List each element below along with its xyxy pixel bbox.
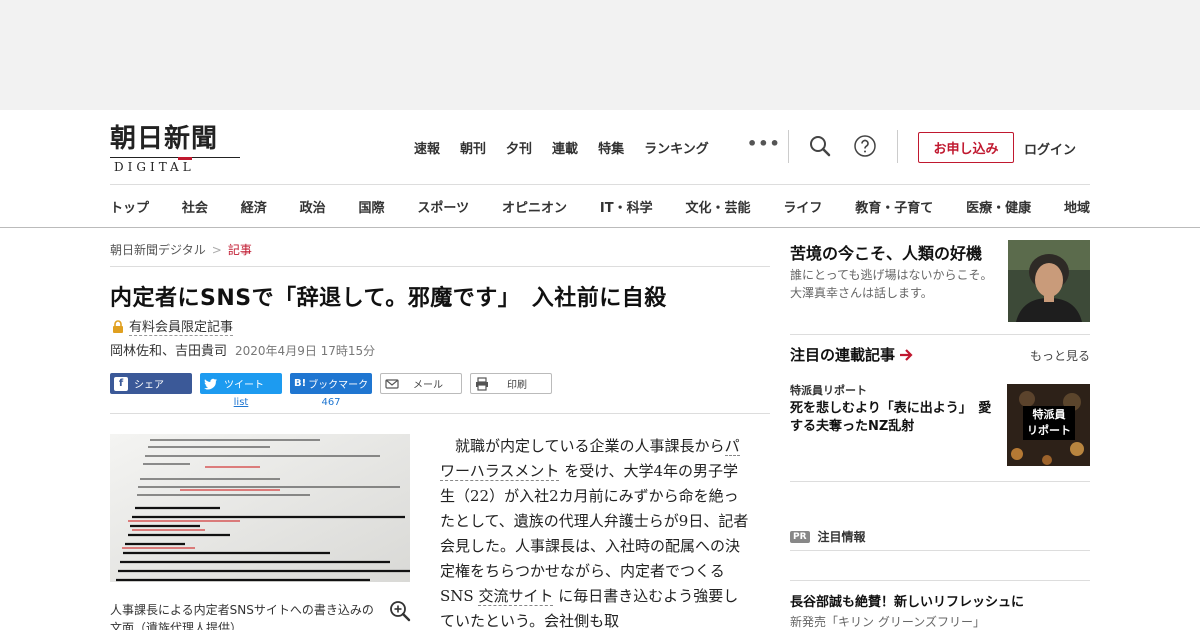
header-divider: [788, 130, 789, 163]
article-paragraph: 就職が内定している企業の人事課長からパワーハラスメント を受け、大学4年の男子学…: [440, 434, 750, 630]
keyword-link-sns[interactable]: 交流サイト: [478, 587, 554, 606]
category-item[interactable]: トップ: [110, 197, 149, 216]
print-icon: [476, 376, 488, 391]
header-divider: [897, 130, 898, 163]
help-icon[interactable]: [853, 134, 877, 158]
promo-title[interactable]: 長谷部誠も絶賛！新しいリフレッシュに: [790, 591, 1024, 610]
pr-label: 注目情報: [817, 530, 866, 544]
series-badge-line: リポート: [1027, 424, 1071, 437]
category-item[interactable]: ライフ: [783, 197, 822, 216]
breadcrumb-home[interactable]: 朝日新聞デジタル: [110, 243, 206, 257]
category-item[interactable]: 社会: [182, 197, 208, 216]
series-badge-line: 特派員: [1032, 408, 1066, 421]
facebook-share-label: シェア: [134, 380, 164, 391]
article-photo[interactable]: [110, 434, 410, 582]
login-link[interactable]: ログイン: [1024, 139, 1076, 158]
series-section-title[interactable]: 注目の連載記事: [790, 344, 914, 365]
feature-title[interactable]: 苦境の今こそ、人類の好機: [790, 240, 982, 264]
topnav-item[interactable]: ランキング: [644, 138, 709, 157]
print-button[interactable]: 印刷: [470, 373, 552, 394]
hatena-bookmark-button[interactable]: B! ブックマーク 467: [290, 373, 372, 408]
zoom-in-icon[interactable]: [389, 600, 411, 622]
mail-share-label: メール: [413, 380, 443, 391]
handwritten-document-image: [110, 434, 410, 582]
twitter-count-link[interactable]: list: [200, 397, 282, 408]
article-body: 就職が内定している企業の人事課長からパワーハラスメント を受け、大学4年の男子学…: [440, 434, 750, 630]
mail-icon: [385, 378, 399, 389]
breadcrumb-separator: >: [211, 243, 222, 257]
category-item[interactable]: 政治: [300, 197, 326, 216]
twitter-share-button[interactable]: ツイート list: [200, 373, 282, 408]
category-item[interactable]: 教育・子育て: [855, 197, 933, 216]
nav-divider: [110, 184, 1090, 185]
share-divider: [110, 413, 770, 414]
sidebar-divider: [790, 481, 1090, 482]
logo-main-text: 朝日新聞: [110, 124, 219, 154]
mail-share-button[interactable]: メール: [380, 373, 462, 394]
print-label: 印刷: [507, 380, 527, 391]
feature-portrait-image[interactable]: [1008, 240, 1090, 322]
topnav-item[interactable]: 速報: [414, 138, 440, 157]
facebook-icon: f: [114, 376, 128, 391]
category-item[interactable]: スポーツ: [417, 197, 469, 216]
more-menu-icon[interactable]: •••: [747, 134, 781, 153]
search-icon[interactable]: [808, 134, 832, 158]
series-kicker: 特派員リポート: [790, 384, 867, 397]
series-section-label: 注目の連載記事: [790, 346, 896, 364]
category-nav: トップ 社会 経済 政治 国際 スポーツ オピニオン IT・科学 文化・芸能 ラ…: [110, 197, 1090, 216]
ad-banner: [0, 0, 1200, 110]
apply-button[interactable]: お申し込み: [918, 132, 1014, 163]
top-nav: 速報 朝刊 夕刊 連載 特集 ランキング: [414, 138, 729, 157]
article-title: 内定者にSNSで「辞退して。邪魔です」 入社前に自殺: [110, 286, 667, 311]
sidebar-divider: [790, 580, 1090, 581]
sidebar-divider: [790, 334, 1090, 335]
category-item[interactable]: 文化・芸能: [685, 197, 750, 216]
series-thumbnail[interactable]: 特派員 リポート: [1007, 384, 1090, 466]
category-item[interactable]: 地域: [1064, 197, 1090, 216]
category-item[interactable]: IT・科学: [600, 197, 653, 216]
byline: 岡林佐和、吉田貴司 2020年4月9日 17時15分: [110, 340, 375, 359]
lock-icon: [113, 319, 123, 333]
hatena-bookmark-count[interactable]: 467: [290, 397, 372, 408]
twitter-share-label: ツイート: [224, 380, 264, 391]
hatena-bookmark-icon: B!: [294, 378, 307, 389]
title-divider: [110, 266, 770, 267]
sidebar-divider: [790, 550, 1090, 551]
body-text-segment: を受け、大学4年の男子学生（22）が入社2カ月前にみずから命を絶ったとして、遺族…: [440, 462, 749, 605]
share-buttons: f シェア ツイート list B! ブックマーク 467 メール 印刷: [110, 373, 552, 408]
paid-article-badge: 有料会員限定記事: [112, 316, 234, 336]
body-text-segment: 就職が内定している企業の人事課長から: [455, 437, 725, 455]
topnav-item[interactable]: 夕刊: [506, 138, 532, 157]
category-item[interactable]: 経済: [241, 197, 267, 216]
pr-section-header: PR 注目情報: [790, 528, 866, 545]
article-date: 2020年4月9日 17時15分: [235, 344, 376, 358]
portrait-photo: [1008, 240, 1090, 322]
category-item[interactable]: オピニオン: [502, 197, 567, 216]
breadcrumb: 朝日新聞デジタル > 記事: [110, 241, 252, 258]
twitter-bird-icon: [204, 378, 217, 389]
topnav-item[interactable]: 連載: [552, 138, 578, 157]
breadcrumb-current[interactable]: 記事: [228, 243, 252, 257]
hatena-bookmark-label: ブックマーク: [308, 380, 369, 391]
site-header: 朝日新聞 DIGITAL 速報 朝刊 夕刊 連載 特集 ランキング ••• お申…: [0, 110, 1200, 228]
promo-subtitle[interactable]: 新発売「キリン グリーンズフリー」: [790, 613, 985, 630]
logo-accent-line: [110, 157, 240, 160]
category-item[interactable]: 国際: [359, 197, 385, 216]
photo-caption: 人事課長による内定者SNSサイトへの書き込みの文面（遺族代理人提供）: [110, 603, 374, 630]
more-link[interactable]: もっと見る: [1030, 347, 1090, 364]
topnav-item[interactable]: 特集: [598, 138, 624, 157]
category-item[interactable]: 医療・健康: [966, 197, 1031, 216]
arrow-right-icon: [900, 348, 913, 361]
site-logo[interactable]: 朝日新聞 DIGITAL: [110, 124, 245, 174]
series-article-title[interactable]: 死を悲しむより「表に出よう」 愛する夫奪ったNZ乱射: [790, 400, 1000, 436]
facebook-share-button[interactable]: f シェア: [110, 373, 192, 394]
logo-sub-text: DIGITAL: [114, 160, 195, 174]
series-badge: 特派員 リポート: [1023, 406, 1075, 439]
article-authors: 岡林佐和、吉田貴司: [110, 344, 228, 359]
feature-description[interactable]: 誰にとっても逃げ場はないからこそ。大澤真幸さんは話します。: [790, 266, 1000, 302]
topnav-item[interactable]: 朝刊: [460, 138, 486, 157]
pr-badge: PR: [790, 530, 810, 543]
paid-article-label[interactable]: 有料会員限定記事: [129, 316, 234, 336]
